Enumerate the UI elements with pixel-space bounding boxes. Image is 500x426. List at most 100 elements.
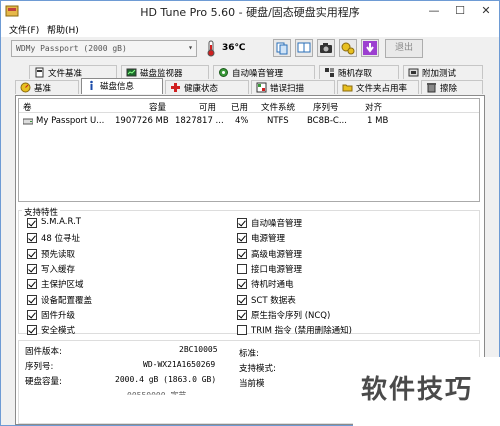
- feature-checkbox[interactable]: 原生指令序列 (NCQ): [237, 309, 330, 321]
- save-down-button[interactable]: [361, 39, 379, 57]
- feature-checkbox[interactable]: 电源管理: [237, 232, 285, 244]
- feature-checkbox[interactable]: 设备配置覆盖: [27, 294, 92, 306]
- maximize-button[interactable]: ☐: [447, 1, 473, 21]
- checkbox-checked-icon[interactable]: [27, 248, 37, 259]
- tab-label: 擦除: [440, 84, 458, 94]
- firmware-label: 固件版本:: [25, 347, 62, 357]
- checkbox-unchecked-icon[interactable]: [237, 325, 247, 336]
- table-row[interactable]: My Passport U... 1907726 MB 1827817 ... …: [19, 115, 479, 129]
- tab-benchmark[interactable]: 基准: [15, 80, 79, 94]
- feature-checkbox[interactable]: 待机时通电: [237, 278, 294, 290]
- copy-info-button[interactable]: [273, 39, 291, 57]
- tab-label: 磁盘信息: [100, 82, 135, 92]
- benchmark-icon: [20, 82, 31, 93]
- toolbar: WDMy Passport (2000 gB) ▾ 36℃ 退出: [1, 37, 499, 61]
- checkbox-checked-icon[interactable]: [27, 309, 37, 320]
- col-volume[interactable]: 卷: [23, 101, 32, 113]
- tab-random-access[interactable]: 随机存取: [319, 65, 399, 79]
- feature-label: 预先读取: [41, 249, 76, 260]
- feature-checkbox[interactable]: TRIM 指令 (禁用删除通知): [237, 324, 352, 336]
- col-free[interactable]: 可用: [199, 101, 216, 113]
- checkbox-checked-icon[interactable]: [27, 279, 37, 290]
- noise-icon: [219, 68, 228, 77]
- menu-help[interactable]: 帮助(H): [47, 23, 79, 36]
- feature-checkbox[interactable]: 写入缓存: [27, 263, 75, 275]
- tab-label: 附加测试: [422, 69, 457, 79]
- feature-label: 设备配置覆盖: [41, 295, 93, 306]
- checkbox-checked-icon[interactable]: [237, 294, 247, 305]
- col-capacity[interactable]: 容量: [149, 101, 166, 113]
- screenshot-button[interactable]: [317, 39, 335, 57]
- tab-file-benchmark[interactable]: 文件基准: [29, 65, 117, 79]
- drive-icon: [23, 118, 33, 125]
- tab-health[interactable]: 健康状态: [165, 80, 249, 94]
- feature-checkbox[interactable]: SCT 数据表: [237, 294, 296, 306]
- temperature-readout: 36℃: [222, 43, 246, 53]
- checkbox-checked-icon[interactable]: [237, 309, 247, 320]
- tab-disk-info[interactable]: 磁盘信息: [81, 78, 163, 94]
- checkbox-checked-icon[interactable]: [27, 218, 37, 228]
- options-button[interactable]: [339, 39, 357, 57]
- file-icon: [35, 67, 44, 78]
- close-button[interactable]: ✕: [473, 1, 499, 21]
- menu-file[interactable]: 文件(F): [9, 23, 39, 36]
- feature-label: 原生指令序列 (NCQ): [251, 310, 331, 321]
- firmware-value: 2BC10005: [179, 345, 218, 354]
- feature-checkbox[interactable]: 48 位寻址: [27, 232, 80, 244]
- supported-features-label: 支持特性: [22, 206, 61, 218]
- feature-checkbox[interactable]: 高级电源管理: [237, 248, 302, 260]
- checkbox-checked-icon[interactable]: [27, 325, 37, 336]
- feature-checkbox[interactable]: 主保护区域: [27, 278, 84, 290]
- copy-text-button[interactable]: [295, 39, 313, 57]
- tab-folder-usage[interactable]: 文件夹占用率: [337, 80, 419, 94]
- checkbox-checked-icon[interactable]: [237, 233, 247, 244]
- folder-icon: [342, 84, 353, 92]
- exit-button[interactable]: 退出: [385, 39, 423, 58]
- tab-strip: 文件基准 磁盘监视器 自动噪音管理 随机存取 附加测试 基准 磁盘信息 健康状态…: [15, 65, 485, 95]
- capacity-value: 2000.4 gB (1863.0 GB): [115, 375, 217, 384]
- feature-label: 接口电源管理: [251, 264, 303, 275]
- partial-value: 00550000 字节: [127, 391, 187, 400]
- checkbox-checked-icon[interactable]: [27, 294, 37, 305]
- tab-label: 基准: [34, 84, 52, 94]
- tools-icon: [341, 42, 355, 55]
- cell-used: 4%: [235, 116, 249, 126]
- tab-erase[interactable]: 擦除: [421, 80, 483, 94]
- watermark-text: 软件技巧: [361, 375, 474, 405]
- feature-checkbox[interactable]: 自动噪音管理: [237, 217, 302, 229]
- tab-label: 随机存取: [338, 69, 373, 79]
- col-filesystem[interactable]: 文件系统: [261, 101, 295, 113]
- tab-label: 错误扫描: [270, 84, 305, 94]
- tab-disk-monitor[interactable]: 磁盘监视器: [121, 65, 209, 79]
- checkbox-checked-icon[interactable]: [237, 248, 247, 259]
- cell-volume-name: My Passport U...: [36, 116, 105, 126]
- tab-label: 健康状态: [184, 84, 219, 94]
- feature-checkbox[interactable]: 接口电源管理: [237, 263, 302, 275]
- capacity-label: 硬盘容量:: [25, 377, 62, 387]
- feature-label: 安全模式: [41, 326, 76, 337]
- checkbox-unchecked-icon[interactable]: [237, 263, 247, 274]
- col-alignment[interactable]: 对齐: [365, 101, 382, 113]
- drive-select[interactable]: WDMy Passport (2000 gB) ▾: [11, 40, 197, 57]
- cell-filesystem: NTFS: [267, 116, 289, 126]
- feature-checkbox[interactable]: S.M.A.R.T: [27, 217, 81, 229]
- tab-extra-tests[interactable]: 附加测试: [403, 65, 483, 79]
- col-used[interactable]: 已用: [231, 101, 248, 113]
- col-serial[interactable]: 序列号: [313, 101, 339, 113]
- cell-alignment: 1 MB: [367, 116, 389, 126]
- checkbox-checked-icon[interactable]: [237, 279, 247, 290]
- feature-checkbox[interactable]: 安全模式: [27, 324, 75, 336]
- checkbox-checked-icon[interactable]: [27, 263, 37, 274]
- feature-checkbox[interactable]: 固件升级: [27, 309, 75, 321]
- minimize-button[interactable]: —: [421, 1, 447, 21]
- tab-noise-management[interactable]: 自动噪音管理: [213, 65, 315, 79]
- tab-error-scan[interactable]: 错误扫描: [251, 80, 335, 94]
- feature-label: 写入缓存: [41, 264, 76, 275]
- feature-checkbox[interactable]: 预先读取: [27, 248, 75, 260]
- checkbox-checked-icon[interactable]: [237, 218, 247, 228]
- feature-label: 电源管理: [251, 234, 286, 245]
- monitor-icon: [126, 68, 137, 77]
- checkbox-checked-icon[interactable]: [27, 233, 37, 244]
- tab-label: 自动噪音管理: [232, 69, 284, 79]
- document-copy-icon: [297, 42, 311, 53]
